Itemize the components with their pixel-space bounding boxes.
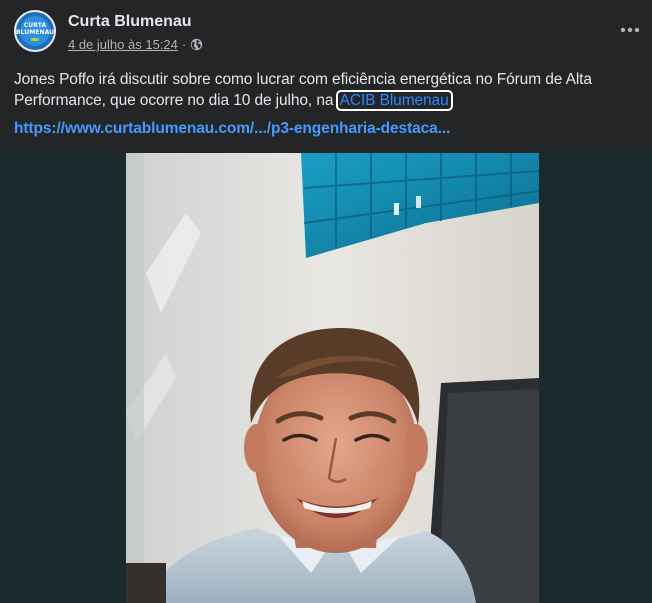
post-media <box>0 153 652 603</box>
post-meta: 4 de julho às 15:24 · <box>68 37 203 52</box>
page-avatar[interactable]: CURTA BLUMENAU <box>14 10 56 52</box>
post-url-link[interactable]: https://www.curtablumenau.com/.../p3-eng… <box>14 120 450 138</box>
more-horizontal-icon <box>620 27 640 33</box>
post-timestamp-link[interactable]: 4 de julho às 15:24 <box>68 37 178 52</box>
avatar-logo-accent <box>31 37 39 41</box>
post-photo[interactable] <box>126 153 539 603</box>
post-message: Jones Poffo irá discutir sobre como lucr… <box>14 69 648 111</box>
facebook-post: CURTA BLUMENAU Curta Blumenau 4 de julho… <box>0 0 652 603</box>
avatar-logo-line1: CURTA <box>23 21 47 29</box>
meta-separator: · <box>181 37 187 52</box>
avatar-logo-line2: BLUMENAU <box>15 28 55 36</box>
page-name-link[interactable]: Curta Blumenau <box>68 13 192 31</box>
post-message-text: Jones Poffo irá discutir sobre como lucr… <box>14 71 592 109</box>
post-header: CURTA BLUMENAU Curta Blumenau 4 de julho… <box>14 10 642 58</box>
more-options-button[interactable] <box>618 20 642 40</box>
avatar-logo: CURTA BLUMENAU <box>16 16 54 46</box>
mention-link[interactable]: ACIB Blumenau <box>335 90 453 111</box>
globe-icon[interactable] <box>190 38 203 51</box>
